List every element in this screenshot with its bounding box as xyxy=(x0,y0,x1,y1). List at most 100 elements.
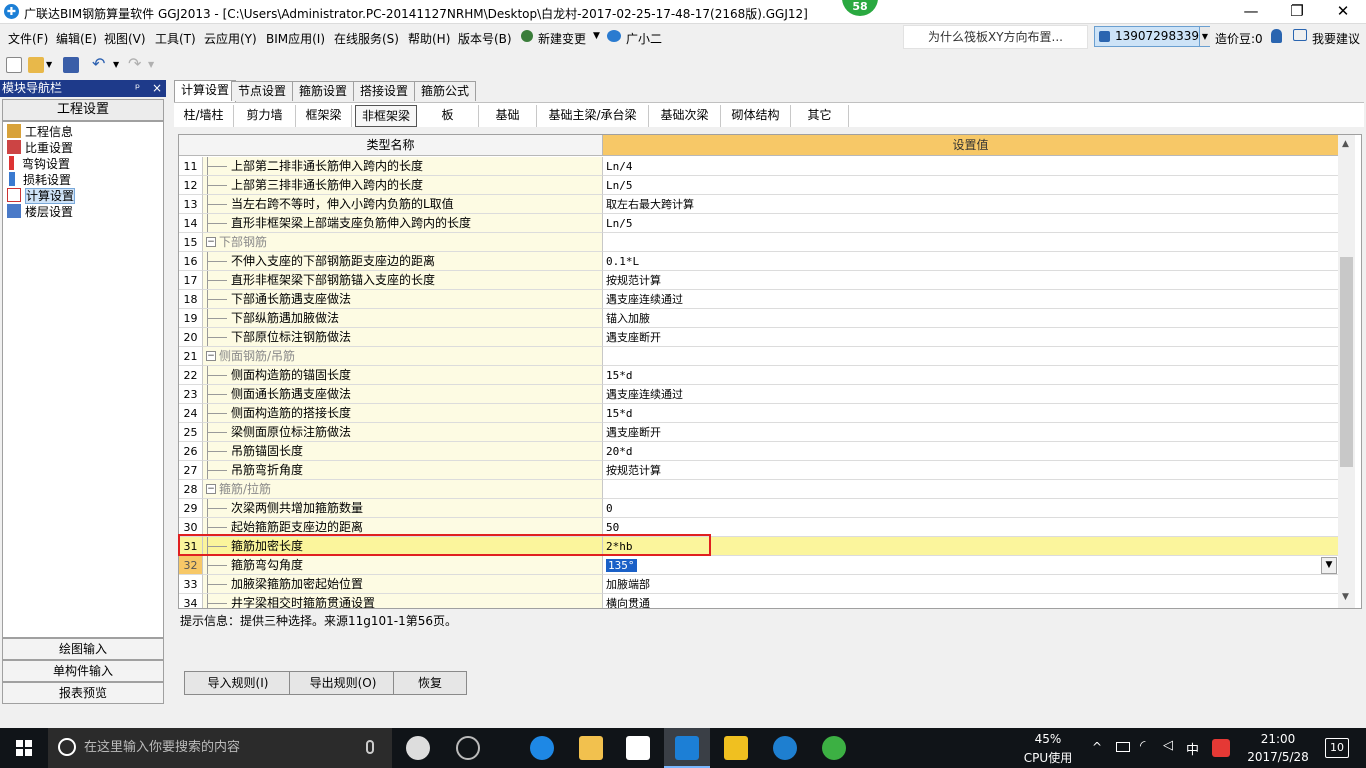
row-value-cell[interactable]: Ln/4 xyxy=(603,157,1338,176)
glodon-app-icon[interactable] xyxy=(675,736,699,760)
row-value-cell[interactable] xyxy=(603,347,1338,366)
row-value-cell[interactable]: 按规范计算 xyxy=(603,271,1338,290)
tab-stirrup-settings[interactable]: 箍筋设置 xyxy=(292,81,355,101)
subtab-foundation-main-beam[interactable]: 基础主梁/承台梁 xyxy=(537,105,649,127)
row-name-cell[interactable]: 箍筋弯勾角度 xyxy=(203,556,603,575)
tab-lap-settings[interactable]: 搭接设置 xyxy=(353,81,416,101)
user-account[interactable]: 13907298339 xyxy=(1094,26,1210,47)
table-row[interactable]: 20 下部原位标注钢筋做法 遇支座断开 xyxy=(179,328,1338,347)
row-name-cell[interactable]: 侧面构造筋的锚固长度 xyxy=(203,366,603,385)
close-button[interactable]: ✕ xyxy=(1320,0,1366,24)
collapse-icon[interactable]: − xyxy=(206,237,216,247)
menu-version[interactable]: 版本号(B) xyxy=(458,30,512,47)
table-row[interactable]: 32 箍筋弯勾角度 135° ▼ xyxy=(179,556,1338,575)
table-row[interactable]: 14 直形非框架梁上部端支座负筋伸入跨内的长度 Ln/5 xyxy=(179,214,1338,233)
clock-date[interactable]: 2017/5/28 xyxy=(1246,750,1310,764)
row-value-cell[interactable]: Ln/5 xyxy=(603,214,1338,233)
collapse-icon[interactable]: − xyxy=(206,484,216,494)
sogou-icon[interactable] xyxy=(1212,739,1230,757)
row-value-cell[interactable]: 15*d xyxy=(603,366,1338,385)
row-name-cell[interactable]: 加腋梁箍筋加密起始位置 xyxy=(203,575,603,594)
tab-node-settings[interactable]: 节点设置 xyxy=(231,81,294,101)
row-name-cell[interactable]: 下部纵筋遇加腋做法 xyxy=(203,309,603,328)
tree-item-calc[interactable]: 计算设置 xyxy=(7,188,76,204)
table-group-row[interactable]: 21− 侧面钢筋/吊筋 xyxy=(179,347,1338,366)
table-row[interactable]: 11 上部第二排非通长筋伸入跨内的长度 Ln/4 xyxy=(179,157,1338,176)
app-icon[interactable]: ✚ xyxy=(4,4,19,19)
menu-view[interactable]: 视图(V) xyxy=(104,30,146,47)
file-explorer-icon[interactable] xyxy=(579,736,603,760)
volume-icon[interactable]: ◁ xyxy=(1163,738,1173,753)
row-value-cell[interactable]: 按规范计算 xyxy=(603,461,1338,480)
row-value-cell[interactable]: 锚入加腋 xyxy=(603,309,1338,328)
windows-start-icon[interactable] xyxy=(16,740,32,756)
table-row[interactable]: 12 上部第三排非通长筋伸入跨内的长度 Ln/5 xyxy=(179,176,1338,195)
row-value-cell[interactable] xyxy=(603,233,1338,252)
open-folder-icon[interactable] xyxy=(28,57,44,73)
menu-assistant[interactable]: 广小二 xyxy=(626,30,662,47)
ime-indicator[interactable]: 中 xyxy=(1186,739,1199,758)
tree-item-hook[interactable]: 弯钩设置 xyxy=(7,156,70,172)
scroll-up-icon[interactable]: ▲ xyxy=(1342,139,1349,149)
table-row[interactable]: 18 下部通长筋遇支座做法 遇支座连续通过 xyxy=(179,290,1338,309)
subtab-masonry[interactable]: 砌体结构 xyxy=(721,105,791,127)
row-value-cell[interactable]: 横向贯通 xyxy=(603,594,1338,608)
row-name-cell[interactable]: − 侧面钢筋/吊筋 xyxy=(203,347,603,366)
row-value-cell[interactable]: 0.1*L xyxy=(603,252,1338,271)
row-value-cell[interactable]: 50 xyxy=(603,518,1338,537)
menu-cloud[interactable]: 云应用(Y) xyxy=(204,30,257,47)
taskbar-search[interactable]: 在这里输入你要搜索的内容 xyxy=(48,728,392,768)
row-name-cell[interactable]: 当左右跨不等时，伸入小跨内负筋的L取值 xyxy=(203,195,603,214)
undo-icon[interactable]: ↶ xyxy=(92,54,105,73)
tree-item-weight[interactable]: 比重设置 xyxy=(7,140,73,156)
row-value-cell[interactable]: Ln/5 xyxy=(603,176,1338,195)
value-dropdown-icon[interactable]: ▼ xyxy=(1321,557,1337,574)
restore-button[interactable]: 恢复 xyxy=(393,671,467,695)
row-name-cell[interactable]: 下部原位标注钢筋做法 xyxy=(203,328,603,347)
row-name-cell[interactable]: 不伸入支座的下部钢筋距支座边的距离 xyxy=(203,252,603,271)
row-name-cell[interactable]: 次梁两侧共增加箍筋数量 xyxy=(203,499,603,518)
table-row[interactable]: 17 直形非框架梁下部钢筋锚入支座的长度 按规范计算 xyxy=(179,271,1338,290)
row-name-cell[interactable]: 侧面构造筋的搭接长度 xyxy=(203,404,603,423)
collapse-icon[interactable]: − xyxy=(206,351,216,361)
tree-item-project-info[interactable]: 工程信息 xyxy=(7,124,73,140)
row-value-cell[interactable]: 15*d xyxy=(603,404,1338,423)
table-group-row[interactable]: 28− 箍筋/拉筋 xyxy=(179,480,1338,499)
bell-icon[interactable] xyxy=(1271,29,1282,43)
row-value-cell[interactable]: 加腋端部 xyxy=(603,575,1338,594)
new-file-icon[interactable] xyxy=(6,57,22,73)
save-icon[interactable] xyxy=(63,57,79,73)
question-link[interactable]: 为什么筏板XY方向布置... xyxy=(903,25,1088,49)
row-value-cell[interactable]: 遇支座连续通过 xyxy=(603,290,1338,309)
suggest-link[interactable]: 我要建议 xyxy=(1312,30,1360,47)
tab-calc-settings[interactable]: 计算设置 xyxy=(174,80,237,102)
table-row[interactable]: 22 侧面构造筋的锚固长度 15*d xyxy=(179,366,1338,385)
row-name-cell[interactable]: 直形非框架梁上部端支座负筋伸入跨内的长度 xyxy=(203,214,603,233)
active-app-slot[interactable] xyxy=(664,728,710,768)
subtab-foundation[interactable]: 基础 xyxy=(479,105,537,127)
dropdown-arrow-icon[interactable]: ▼ xyxy=(593,31,600,41)
row-name-cell[interactable]: 直形非框架梁下部钢筋锚入支座的长度 xyxy=(203,271,603,290)
row-name-cell[interactable]: 上部第三排非通长筋伸入跨内的长度 xyxy=(203,176,603,195)
app-swirl-icon[interactable] xyxy=(456,736,480,760)
drawing-input-button[interactable]: 绘图输入 xyxy=(2,638,164,660)
task-view-icon[interactable] xyxy=(406,736,430,760)
wifi-icon[interactable]: ◜ xyxy=(1140,738,1145,754)
scroll-thumb[interactable] xyxy=(1340,257,1353,467)
minimize-button[interactable]: — xyxy=(1228,0,1274,24)
table-row[interactable]: 34 井字梁相交时箍筋贯通设置 横向贯通 xyxy=(179,594,1338,608)
subtab-slab[interactable]: 板 xyxy=(417,105,479,127)
clock-time[interactable]: 21:00 xyxy=(1250,732,1306,746)
table-row[interactable]: 29 次梁两侧共增加箍筋数量 0 xyxy=(179,499,1338,518)
tray-device-icon[interactable] xyxy=(1116,742,1130,752)
row-name-cell[interactable]: 上部第二排非通长筋伸入跨内的长度 xyxy=(203,157,603,176)
subtab-foundation-secondary-beam[interactable]: 基础次梁 xyxy=(649,105,721,127)
import-rules-button[interactable]: 导入规则(I) xyxy=(184,671,292,695)
vertical-scrollbar[interactable]: ▲ ▼ xyxy=(1338,135,1355,608)
row-name-cell[interactable]: 井字梁相交时箍筋贯通设置 xyxy=(203,594,603,608)
row-value-cell[interactable]: 135° xyxy=(603,556,1338,575)
table-row[interactable]: 26 吊筋锚固长度 20*d xyxy=(179,442,1338,461)
table-row[interactable]: 33 加腋梁箍筋加密起始位置 加腋端部 xyxy=(179,575,1338,594)
user-dropdown-icon[interactable]: ▼ xyxy=(1199,27,1210,46)
row-name-cell[interactable]: 吊筋弯折角度 xyxy=(203,461,603,480)
